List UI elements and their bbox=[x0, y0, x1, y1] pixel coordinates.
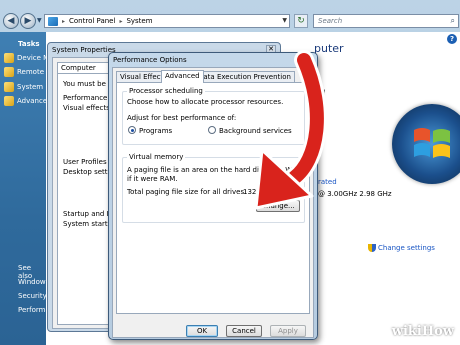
red-arrow-annotation bbox=[254, 50, 327, 210]
tab-advanced[interactable]: Advanced bbox=[161, 70, 204, 83]
wikihow-watermark: wikiHow bbox=[392, 324, 454, 339]
watermark-how: How bbox=[421, 324, 454, 339]
watermark-wiki: wiki bbox=[391, 324, 422, 339]
